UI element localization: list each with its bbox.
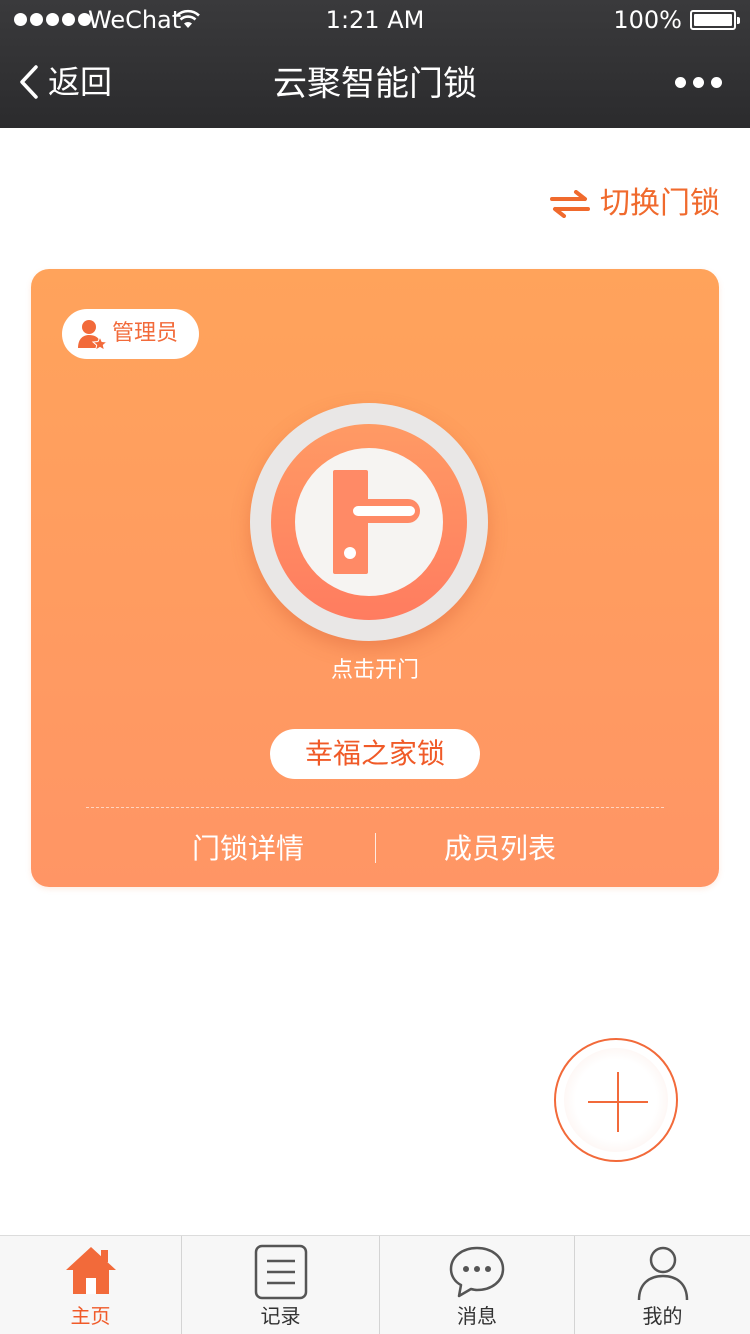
unlock-button[interactable] [250,403,488,641]
tab-profile-label: 我的 [642,1304,683,1328]
header: WeChat 1:21 AM 100% 返回 云聚智能门锁 [0,0,750,128]
tab-bar: 主页 记录 消息 我的 [0,1235,750,1334]
member-list-link[interactable]: 成员列表 [400,829,600,869]
swap-arrows-icon [550,190,590,218]
add-lock-button[interactable] [554,1038,678,1162]
page-title: 云聚智能门锁 [273,64,477,104]
home-icon [65,1247,116,1294]
nav-bar: 返回 云聚智能门锁 [0,40,750,128]
role-label: 管理员 [112,321,179,346]
records-icon [254,1244,307,1300]
switch-lock-label: 切换门锁 [600,186,720,221]
lock-details-link[interactable]: 门锁详情 [148,829,348,869]
lock-card: 管理员 点击开门 幸福之家锁 门锁详情 成员列表 [31,269,719,887]
card-divider [86,807,664,808]
action-separator [375,833,376,863]
more-menu-button[interactable] [675,77,722,88]
tab-home-label: 主页 [70,1304,111,1328]
switch-lock-button[interactable]: 切换门锁 [550,184,720,224]
tab-messages[interactable]: 消息 [380,1236,575,1334]
battery-icon [690,10,740,30]
tab-messages-label: 消息 [457,1304,497,1328]
door-handle-icon [333,470,420,574]
tab-home[interactable]: 主页 [0,1236,182,1334]
tab-records-label: 记录 [260,1304,301,1328]
message-icon [449,1246,505,1298]
admin-user-icon [78,320,108,350]
unlock-hint: 点击开门 [330,658,419,683]
plus-icon [588,1072,648,1132]
tab-profile[interactable]: 我的 [575,1236,750,1334]
card-actions: 门锁详情 成员列表 [31,829,719,869]
tab-records[interactable]: 记录 [182,1236,380,1334]
battery-percent: 100% [613,6,682,34]
user-icon [637,1246,688,1301]
role-badge: 管理员 [62,309,199,359]
status-bar: WeChat 1:21 AM 100% [0,0,750,40]
lock-name-pill[interactable]: 幸福之家锁 [270,729,480,779]
